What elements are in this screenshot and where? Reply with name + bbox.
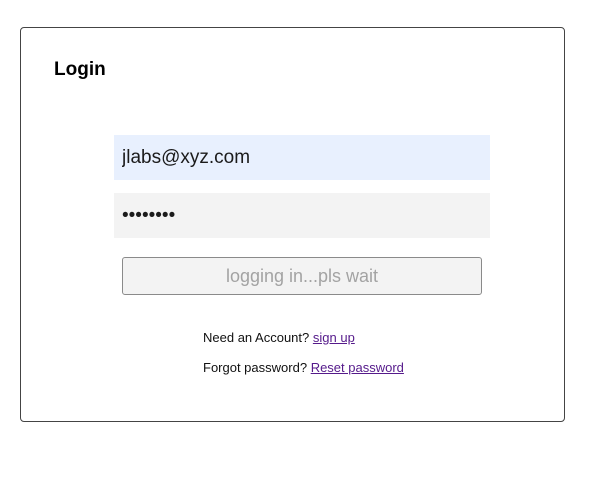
login-title: Login [54, 59, 106, 80]
reset-row: Forgot password? Reset password [203, 360, 404, 376]
password-input[interactable] [114, 193, 490, 238]
signup-prompt: Need an Account? [203, 330, 310, 345]
signup-row: Need an Account? sign up [203, 330, 355, 346]
signup-link[interactable]: sign up [313, 330, 355, 345]
forgot-prompt: Forgot password? [203, 360, 308, 375]
reset-password-link[interactable]: Reset password [311, 360, 404, 375]
login-submit-button[interactable]: logging in...pls wait [122, 257, 482, 295]
login-card: Login logging in...pls wait Need an Acco… [20, 27, 565, 422]
email-input[interactable] [114, 135, 490, 180]
